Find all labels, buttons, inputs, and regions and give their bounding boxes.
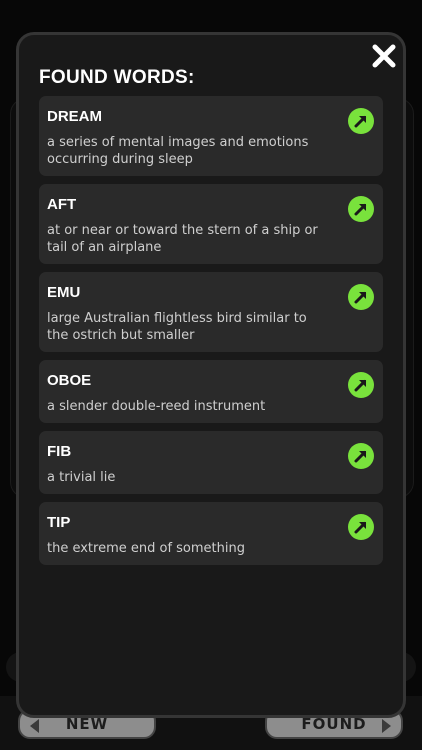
- word-label: AFT: [47, 196, 77, 213]
- word-label: OBOE: [47, 372, 92, 389]
- word-definition: a trivial lie: [47, 470, 116, 485]
- word-list: DREAM a series of mental images and emot…: [39, 96, 383, 573]
- arrow-up-right-icon[interactable]: [348, 443, 374, 469]
- word-definition: the extreme end of something: [47, 541, 245, 556]
- arrow-up-right-icon[interactable]: [348, 108, 374, 134]
- word-card: OBOE a slender double-reed instrument: [39, 360, 383, 423]
- triangle-right-icon: [382, 719, 391, 733]
- word-definition: a slender double-reed instrument: [47, 399, 266, 414]
- arrow-up-right-icon[interactable]: [348, 196, 374, 222]
- word-label: FIB: [47, 443, 72, 460]
- word-card: AFT at or near or toward the stern of a …: [39, 184, 383, 264]
- close-icon[interactable]: [371, 43, 397, 69]
- modal-title: FOUND WORDS:: [39, 67, 195, 88]
- word-label: DREAM: [47, 108, 102, 125]
- triangle-left-icon: [30, 719, 39, 733]
- word-definition: large Australian flightless bird similar…: [47, 311, 307, 343]
- arrow-up-right-icon[interactable]: [348, 284, 374, 310]
- word-label: TIP: [47, 514, 71, 531]
- arrow-up-right-icon[interactable]: [348, 514, 374, 540]
- arrow-up-right-icon[interactable]: [348, 372, 374, 398]
- word-label: EMU: [47, 284, 81, 301]
- word-definition: a series of mental images and emotions o…: [47, 135, 309, 167]
- found-words-modal: FOUND WORDS: DREAM a series of mental im…: [16, 32, 406, 718]
- word-card: DREAM a series of mental images and emot…: [39, 96, 383, 176]
- word-definition: at or near or toward the stern of a ship…: [47, 223, 318, 255]
- word-card: FIB a trivial lie: [39, 431, 383, 494]
- word-card: EMU large Australian flightless bird sim…: [39, 272, 383, 352]
- word-card: TIP the extreme end of something: [39, 502, 383, 565]
